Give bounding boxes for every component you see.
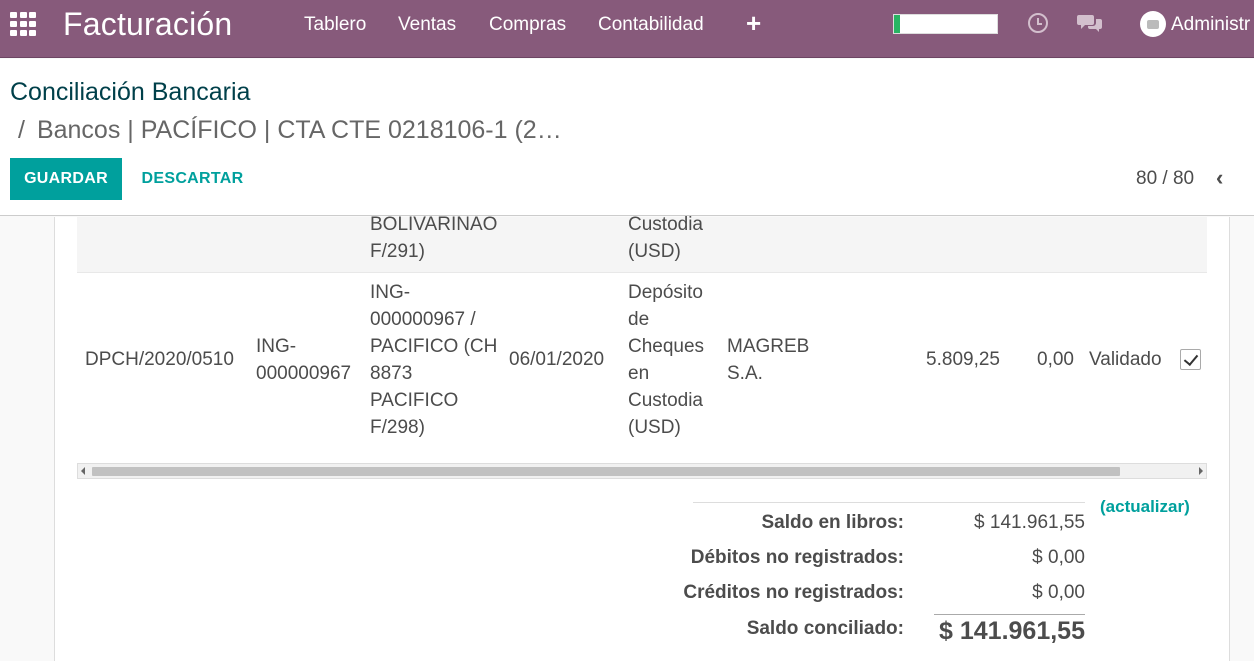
row-description-line: (USD) [628, 241, 681, 262]
camera-icon[interactable] [1140, 11, 1166, 37]
unregistered-credits-value: $ 0,00 [1032, 582, 1085, 603]
unregistered-credits-label: Créditos no registrados: [683, 582, 904, 603]
menu-item-tablero[interactable]: Tablero [304, 14, 366, 36]
save-button[interactable]: GUARDAR [10, 158, 122, 200]
row-partner-line: S.A. [727, 363, 763, 384]
row-reference-line: PACIFICO [370, 390, 459, 411]
scrollbar-thumb[interactable] [92, 467, 1120, 476]
row-number: ING- 000000967 [256, 333, 351, 387]
breadcrumb-parent[interactable]: Conciliación Bancaria [10, 78, 250, 107]
user-menu-name[interactable]: Administr [1171, 14, 1250, 36]
reconciled-balance-divider [934, 614, 1085, 615]
totals-divider [693, 502, 1085, 503]
row-reference-line: F/298) [370, 417, 425, 438]
menu-item-ventas[interactable]: Ventas [398, 14, 456, 36]
row-description: Custodia (USD) [628, 211, 703, 265]
breadcrumb-current: / Bancos | PACÍFICO | CTA CTE 0218106-1 (… [18, 116, 562, 145]
row-reference-line: 8873 [370, 363, 413, 384]
row-description-line: Depósito [628, 282, 703, 303]
discard-button[interactable]: DESCARTAR [130, 158, 255, 200]
chat-icon[interactable] [1077, 12, 1103, 34]
progress-bar [893, 14, 998, 34]
row-move: DPCH/2020/0510 [85, 349, 234, 370]
row-status: Validado [1089, 349, 1162, 370]
row-reference: BOLIVARINAO F/291) [370, 211, 497, 265]
clock-icon[interactable] [1028, 13, 1048, 33]
row-description: Depósito de Cheques en Custodia (USD) [628, 279, 704, 441]
row-number-line: 000000967 [256, 363, 352, 384]
row-reference-line: BOLIVARINAO [370, 214, 498, 235]
progress-bar-fill [894, 15, 901, 33]
menu-item-contabilidad[interactable]: Contabilidad [598, 14, 704, 36]
row-number-line: ING- [256, 336, 297, 357]
reconciled-balance-label: Saldo conciliado: [746, 618, 904, 639]
scroll-right-icon[interactable] [1199, 467, 1203, 475]
book-balance-label: Saldo en libros: [761, 512, 904, 533]
row-partner: MAGREB S.A. [727, 333, 809, 387]
row-reference-line: ING- [370, 282, 411, 303]
row-reference-line: PACIFICO (CH [370, 336, 498, 357]
refresh-link[interactable]: (actualizar) [1100, 497, 1190, 517]
menu-item-compras[interactable]: Compras [489, 14, 566, 36]
unregistered-debits-label: Débitos no registrados: [690, 547, 904, 568]
scroll-left-icon[interactable] [81, 467, 85, 475]
row-reference: ING- 000000967 / PACIFICO (CH 8873 PACIF… [370, 279, 497, 441]
breadcrumb-current-label: Bancos | PACÍFICO | CTA CTE 0218106-1 (2… [36, 116, 562, 144]
row-debit: 5.809,25 [926, 349, 1000, 370]
row-credit: 0,00 [1037, 349, 1074, 370]
row-reference-line: F/291) [370, 241, 425, 262]
row-description-line: Custodia [628, 390, 703, 411]
row-description-line: Custodia [628, 214, 703, 235]
row-reconciled-checkbox[interactable] [1180, 349, 1201, 370]
control-panel: Conciliación Bancaria / Bancos | PACÍFICO… [0, 59, 1254, 216]
pager-previous-icon[interactable]: ‹ [1216, 165, 1223, 191]
row-date: 06/01/2020 [509, 349, 605, 370]
row-description-line: Cheques [628, 336, 705, 357]
row-description-line: (USD) [628, 417, 681, 438]
quick-create-plus-icon[interactable]: + [746, 8, 761, 39]
horizontal-scrollbar[interactable] [77, 463, 1207, 479]
pager-value[interactable]: 80 / 80 [1136, 168, 1194, 190]
apps-grid-icon[interactable] [10, 12, 38, 36]
row-description-line: de [628, 309, 650, 330]
top-navbar: Facturación Tablero Ventas Compras Conta… [0, 0, 1254, 58]
breadcrumb-separator: / [18, 116, 25, 144]
reconciled-balance-value: $ 141.961,55 [939, 617, 1085, 645]
app-title: Facturación [63, 6, 233, 42]
unregistered-debits-value: $ 0,00 [1032, 547, 1085, 568]
book-balance-value: $ 141.961,55 [974, 512, 1085, 533]
row-description-line: en [628, 363, 650, 384]
row-reference-line: 000000967 / [370, 309, 476, 330]
row-partner-line: MAGREB [727, 336, 810, 357]
